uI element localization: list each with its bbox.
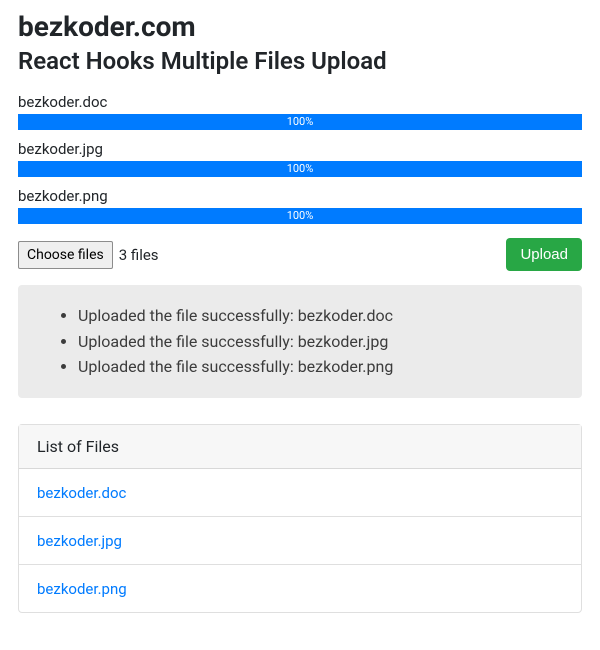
progress-item: bezkoder.doc 100% <box>18 93 582 130</box>
progress-bar: 100% <box>18 114 582 130</box>
file-list-header: List of Files <box>19 425 581 469</box>
list-item: bezkoder.jpg <box>19 517 581 565</box>
upload-message: Uploaded the file successfully: bezkoder… <box>78 329 564 355</box>
page-title: React Hooks Multiple Files Upload <box>18 47 582 75</box>
upload-message: Uploaded the file successfully: bezkoder… <box>78 303 564 329</box>
progress-bar: 100% <box>18 161 582 177</box>
progress-bar-fill: 100% <box>18 208 582 224</box>
progress-file-name: bezkoder.png <box>18 187 582 205</box>
file-input[interactable]: Choose files 3 files <box>18 241 159 269</box>
upload-message: Uploaded the file successfully: bezkoder… <box>78 354 564 380</box>
file-picker-row: Choose files 3 files Upload <box>18 238 582 271</box>
progress-list: bezkoder.doc 100% bezkoder.jpg 100% bezk… <box>18 93 582 224</box>
progress-file-name: bezkoder.jpg <box>18 140 582 158</box>
file-link[interactable]: bezkoder.png <box>37 580 127 598</box>
upload-messages: Uploaded the file successfully: bezkoder… <box>18 285 582 398</box>
progress-bar-fill: 100% <box>18 161 582 177</box>
progress-item: bezkoder.png 100% <box>18 187 582 224</box>
site-title: bezkoder.com <box>18 10 582 43</box>
choose-files-button[interactable]: Choose files <box>18 241 113 269</box>
progress-file-name: bezkoder.doc <box>18 93 582 111</box>
progress-bar: 100% <box>18 208 582 224</box>
progress-bar-fill: 100% <box>18 114 582 130</box>
file-count-label: 3 files <box>119 246 159 264</box>
list-item: bezkoder.doc <box>19 469 581 517</box>
file-list-card: List of Files bezkoder.doc bezkoder.jpg … <box>18 424 582 613</box>
list-item: bezkoder.png <box>19 565 581 612</box>
file-link[interactable]: bezkoder.doc <box>37 484 126 502</box>
file-link[interactable]: bezkoder.jpg <box>37 532 122 550</box>
progress-item: bezkoder.jpg 100% <box>18 140 582 177</box>
upload-button[interactable]: Upload <box>506 238 582 271</box>
